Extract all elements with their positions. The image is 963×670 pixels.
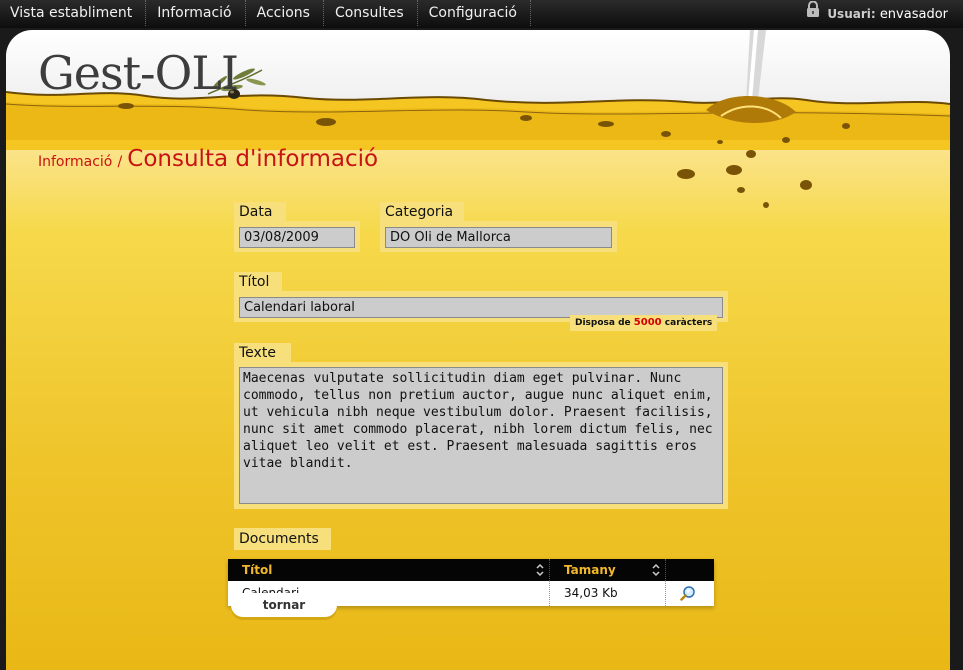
text-field-wrapper: Maecenas vulputate sollicitudin diam ege…	[234, 362, 728, 509]
date-field-wrapper	[234, 221, 360, 252]
user-info: Usuari: envasador	[806, 0, 948, 28]
counter-suffix: caràcters	[664, 318, 713, 328]
breadcrumb: Informació / Consulta d'informació	[38, 146, 378, 172]
title-label: Títol	[234, 272, 282, 291]
view-document-cell	[666, 581, 714, 606]
top-nav-bar: Vista establiment Informació Accions Con…	[0, 0, 963, 28]
sort-icon	[535, 562, 545, 585]
magnifier-icon[interactable]	[680, 585, 696, 610]
gest-oli-logo: Gest-OLI	[38, 46, 239, 100]
breadcrumb-parent[interactable]: Informació	[38, 154, 112, 170]
text-area[interactable]: Maecenas vulputate sollicitudin diam ege…	[239, 367, 723, 504]
menu-item-accions[interactable]: Accions	[246, 0, 324, 26]
user-name[interactable]: envasador	[880, 7, 948, 22]
text-label: Texte	[234, 343, 291, 362]
category-label: Categoria	[380, 202, 464, 221]
document-size: 34,03 Kb	[550, 581, 666, 606]
date-field[interactable]	[239, 227, 355, 248]
table-header: Títol Tamany	[228, 559, 714, 581]
user-label: Usuari:	[827, 7, 876, 21]
sort-icon	[651, 562, 661, 585]
date-label: Data	[234, 202, 286, 221]
menu-item-informacio[interactable]: Informació	[146, 0, 246, 26]
column-header-title[interactable]: Títol	[228, 559, 550, 581]
counter-value: 5000	[633, 317, 662, 328]
page-title: Consulta d'informació	[127, 146, 379, 172]
documents-label: Documents	[234, 528, 331, 550]
menu-item-vista-establiment[interactable]: Vista establiment	[0, 0, 147, 26]
column-header-size[interactable]: Tamany	[550, 559, 666, 581]
lock-icon	[806, 0, 820, 29]
back-button[interactable]: tornar	[231, 593, 337, 617]
category-field[interactable]	[385, 227, 612, 248]
menu-item-consultes[interactable]: Consultes	[324, 0, 418, 26]
character-counter: Disposa de 5000 caràcters	[570, 315, 718, 331]
column-size-label: Tamany	[564, 563, 616, 577]
category-field-wrapper	[380, 221, 617, 252]
column-header-actions	[666, 559, 714, 581]
main-menu: Vista establiment Informació Accions Con…	[0, 0, 531, 28]
counter-prefix: Disposa de	[575, 318, 631, 328]
breadcrumb-separator: /	[117, 154, 123, 170]
menu-item-configuracio[interactable]: Configuració	[418, 0, 531, 26]
column-title-label: Títol	[242, 563, 273, 577]
